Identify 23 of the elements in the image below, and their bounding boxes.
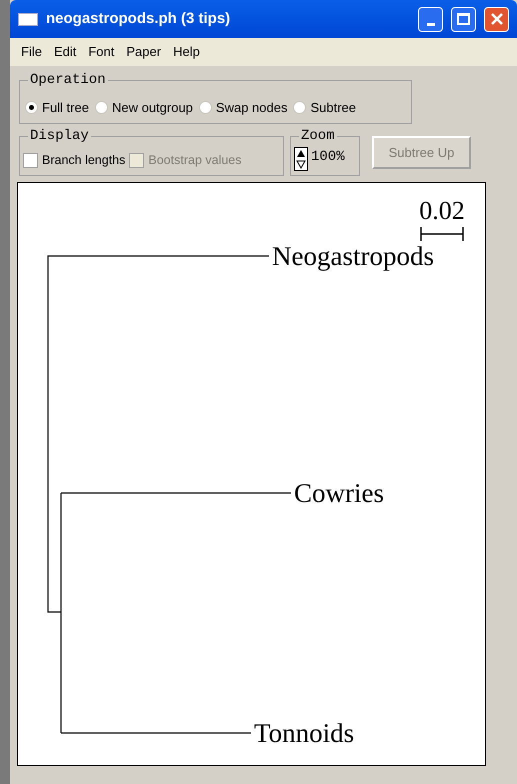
menu-item[interactable]: File — [21, 42, 42, 62]
close-button[interactable] — [484, 6, 509, 32]
menu-item[interactable]: Paper — [126, 42, 162, 62]
radio-option[interactable]: Subtree — [293, 98, 356, 117]
radio-option[interactable]: Swap nodes — [198, 98, 288, 117]
spinner-icon[interactable] — [294, 147, 308, 171]
maximize-button[interactable] — [451, 6, 476, 32]
menu-item[interactable]: Help — [173, 42, 200, 62]
window-title: neogastropods.ph (3 tips) — [46, 8, 232, 29]
radio-option[interactable]: Full tree — [25, 98, 89, 117]
menu-item[interactable]: Font — [88, 42, 114, 62]
tip-label: Neogastropods — [272, 241, 434, 271]
radio-option[interactable]: New outgroup — [94, 98, 193, 117]
window-icon — [18, 12, 38, 26]
scale-label: 0.02 — [419, 196, 465, 225]
minimize-button[interactable] — [418, 6, 443, 32]
tip-label: Cowries — [294, 478, 384, 508]
scale-bar — [420, 226, 464, 242]
close-icon — [490, 12, 504, 26]
checkbox-option[interactable]: Branch lengths — [23, 151, 126, 170]
tip-label: Tonnoids — [254, 718, 354, 748]
zoom-value: 100% — [311, 148, 345, 167]
menu-item[interactable]: Edit — [54, 42, 76, 62]
